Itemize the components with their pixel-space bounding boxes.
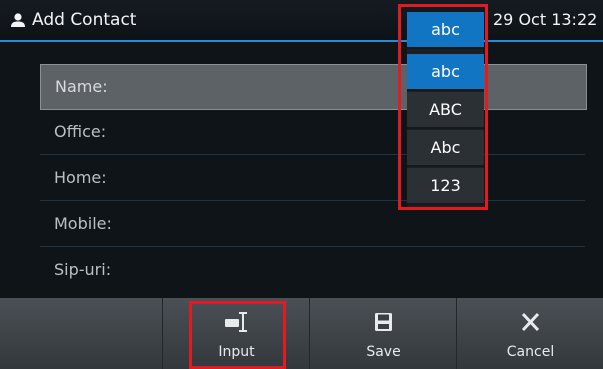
input-label: Input [218,344,255,360]
close-icon [521,312,540,332]
sip-uri-field[interactable]: Sip-uri: [40,248,585,292]
mobile-field[interactable]: Mobile: [40,202,585,247]
home-label: Home: [54,168,107,187]
title-bar: Add Contact 29 Oct 13:22 [0,0,603,42]
date-time: 29 Oct 13:22 [493,10,598,29]
input-button[interactable]: Input [162,298,310,369]
sip-uri-label: Sip-uri: [54,260,112,279]
softkey-bar: Input Save Cancel [0,298,603,369]
office-label: Office: [54,122,107,141]
page-title: Add Contact [32,10,137,30]
input-mode-current[interactable]: abc [407,12,484,49]
name-field[interactable]: Name: [40,64,587,110]
input-mode-option-123[interactable]: 123 [407,168,484,205]
input-mode-option-Abc[interactable]: Abc [407,130,484,167]
cancel-button[interactable]: Cancel [456,298,603,369]
input-mode-dropdown[interactable]: abc abc ABC Abc 123 [407,12,484,208]
contact-form: Name: Office: Home: Mobile: Sip-uri: [0,42,603,298]
home-field[interactable]: Home: [40,156,585,201]
softkey-empty [0,298,147,369]
save-label: Save [366,344,401,360]
phone-screen: Add Contact 29 Oct 13:22 Name: Office: H… [0,0,603,369]
save-icon [375,313,392,331]
save-button[interactable]: Save [309,298,457,369]
input-icon [225,312,247,332]
mobile-label: Mobile: [54,214,112,233]
contact-icon [11,13,25,27]
name-label: Name: [55,77,108,96]
input-mode-option-abc[interactable]: abc [407,54,484,91]
input-mode-option-ABC[interactable]: ABC [407,92,484,129]
cancel-label: Cancel [506,344,555,360]
office-field[interactable]: Office: [40,110,585,155]
